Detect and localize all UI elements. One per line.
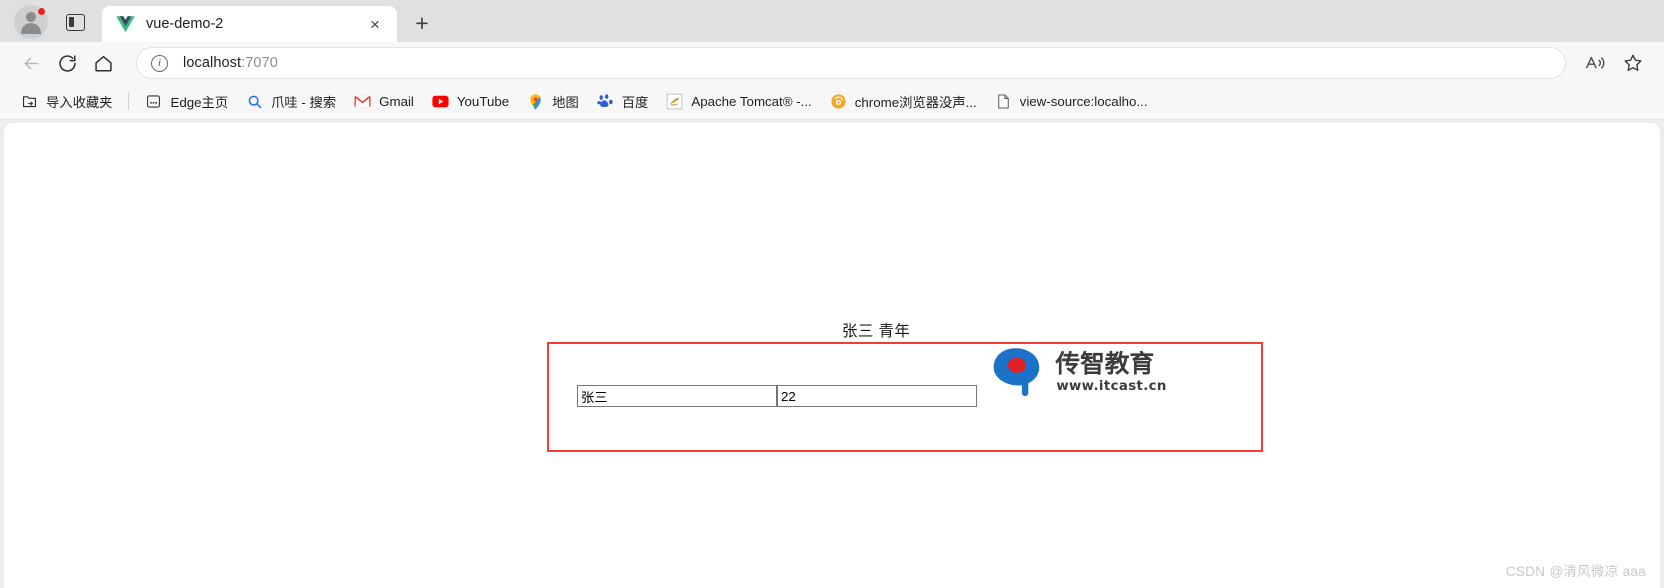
back-button[interactable] — [14, 46, 48, 80]
star-icon — [1624, 54, 1642, 71]
bookmark-apache-tomcat[interactable]: Apache Tomcat® -... — [657, 88, 820, 115]
bookmark-label: YouTube — [456, 94, 510, 109]
url-host: localhost — [183, 55, 242, 71]
bookmarks-bar: 导入收藏夹 Edge主页 爪哇 - 搜索 Gmail YouTube 地图 百度… — [0, 84, 1664, 120]
itcast-logo: 传智教育 www.itcast.cn — [993, 348, 1166, 397]
baidu-icon — [597, 94, 613, 108]
tab-close-icon[interactable]: × — [363, 12, 387, 36]
bookmark-label: 百度 — [621, 95, 649, 110]
bookmark-label: view-source:localho... — [1019, 94, 1148, 109]
split-screen-icon — [65, 13, 85, 31]
browser-tab[interactable]: vue-demo-2 × — [102, 6, 397, 42]
reload-icon — [58, 54, 76, 72]
bookmarks-divider — [128, 93, 130, 110]
bookmark-import-favorites[interactable]: 导入收藏夹 — [12, 87, 121, 116]
logo-brand-text: 传智教育 — [1054, 349, 1154, 378]
profile-notification-dot — [37, 7, 46, 16]
name-input[interactable] — [577, 385, 777, 407]
tomcat-icon — [667, 93, 683, 110]
import-favorites-icon — [22, 96, 37, 108]
bookmark-label: 地图 — [552, 95, 579, 110]
split-screen-button[interactable] — [58, 5, 92, 39]
vue-logo-icon — [116, 15, 135, 32]
tab-title: vue-demo-2 — [146, 16, 224, 32]
youtube-icon — [432, 95, 449, 108]
search-icon — [248, 95, 262, 109]
bookmark-zhuawa-search[interactable]: 爪哇 - 搜索 — [237, 87, 345, 116]
bookmark-label: 爪哇 - 搜索 — [271, 95, 337, 110]
gmail-icon — [354, 95, 371, 108]
bookmark-label: Edge主页 — [170, 95, 229, 110]
read-aloud-button[interactable] — [1578, 46, 1612, 80]
bookmark-baidu[interactable]: 百度 — [588, 87, 658, 116]
bookmark-chrome-note[interactable]: chrome浏览器没声... — [821, 87, 986, 116]
back-arrow-icon — [24, 57, 38, 69]
bookmark-label: Gmail — [379, 94, 414, 109]
bookmark-label: 导入收藏夹 — [46, 95, 113, 110]
highlight-box: 传智教育 www.itcast.cn — [547, 342, 1263, 452]
navigation-toolbar: i localhost:7070 — [0, 42, 1664, 84]
profile-button[interactable] — [14, 5, 48, 39]
favorite-button[interactable] — [1616, 46, 1650, 80]
page-heading: 张三 青年 — [842, 323, 911, 340]
bookmark-gmail[interactable]: Gmail — [345, 88, 423, 115]
bookmark-maps[interactable]: 地图 — [518, 87, 588, 116]
bookmark-label: Apache Tomcat® -... — [691, 94, 812, 109]
chrome-note-icon — [831, 94, 846, 109]
toolbar-right-actions — [1578, 46, 1650, 80]
url-text: localhost:7070 — [183, 55, 278, 71]
bookmark-label: chrome浏览器没声... — [854, 95, 977, 110]
maps-pin-icon — [530, 94, 541, 110]
form-fields — [577, 385, 977, 407]
home-button[interactable] — [86, 46, 120, 80]
new-tab-button[interactable]: + — [407, 8, 437, 38]
edge-home-icon — [147, 95, 161, 108]
page-viewport: 张三 青年 传智教育 www.itcast.cn CSDN @清风微凉 aaa — [4, 123, 1660, 588]
bookmark-youtube[interactable]: YouTube — [423, 88, 518, 115]
address-bar[interactable]: i localhost:7070 — [136, 47, 1566, 79]
age-input[interactable] — [777, 385, 977, 407]
browser-window: vue-demo-2 × + i localhost:7070 导入收藏夹 Ed… — [0, 0, 1664, 588]
bookmark-view-source[interactable]: view-source:localho... — [986, 88, 1157, 115]
site-info-icon[interactable]: i — [151, 54, 168, 72]
page-icon — [997, 94, 1009, 109]
tab-strip: vue-demo-2 × + — [0, 0, 1664, 42]
home-icon — [94, 55, 112, 72]
reload-button[interactable] — [50, 46, 84, 80]
read-aloud-icon — [1586, 56, 1605, 69]
url-port: :7070 — [241, 55, 278, 71]
watermark-text: CSDN @清风微凉 aaa — [1505, 564, 1646, 579]
logo-url-text: www.itcast.cn — [1056, 379, 1166, 394]
bookmark-edge-home[interactable]: Edge主页 — [136, 87, 237, 116]
